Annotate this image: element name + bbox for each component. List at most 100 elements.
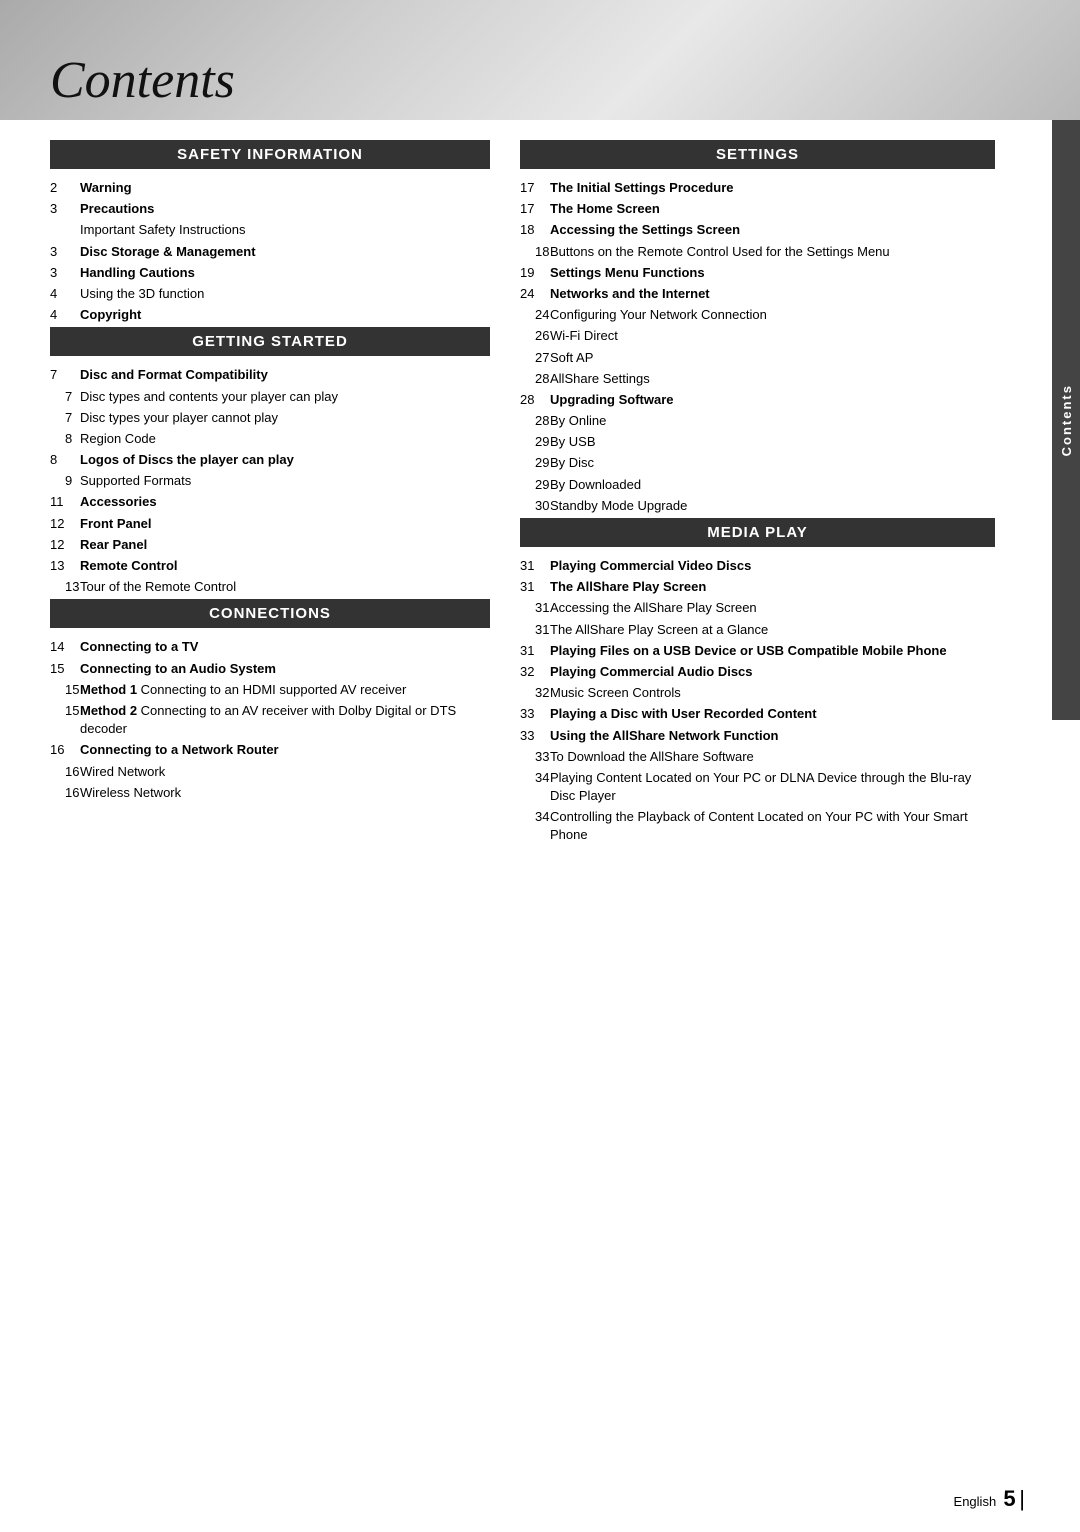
toc-text: Handling Cautions	[80, 264, 490, 282]
toc-entry: 31Playing Commercial Video Discs	[520, 557, 995, 575]
left-column: SAFETY INFORMATION2Warning3PrecautionsIm…	[50, 140, 490, 848]
toc-text: Remote Control	[80, 557, 490, 575]
toc-entry: 30Standby Mode Upgrade	[520, 497, 995, 515]
toc-text: Disc types and contents your player can …	[80, 388, 490, 406]
toc-number: 31	[520, 599, 550, 617]
toc-text: Using the AllShare Network Function	[550, 727, 995, 745]
toc-number: 34	[520, 769, 550, 787]
toc-number: 3	[50, 243, 80, 261]
toc-text: Precautions	[80, 200, 490, 218]
toc-entry: 15Method 1 Connecting to an HDMI support…	[50, 681, 490, 699]
toc-text: The Initial Settings Procedure	[550, 179, 995, 197]
toc-text: Front Panel	[80, 515, 490, 533]
toc-text: Logos of Discs the player can play	[80, 451, 490, 469]
toc-text: Soft AP	[550, 349, 995, 367]
toc-entry: 11Accessories	[50, 493, 490, 511]
toc-number: 28	[520, 412, 550, 430]
toc-entry: 33To Download the AllShare Software	[520, 748, 995, 766]
right-column: SETTINGS 17The Initial Settings Procedure…	[520, 140, 1030, 848]
toc-entry: 28Upgrading Software	[520, 391, 995, 409]
toc-number: 34	[520, 808, 550, 826]
toc-text: Accessories	[80, 493, 490, 511]
toc-number: 31	[520, 557, 550, 575]
toc-text: Accessing the Settings Screen	[550, 221, 995, 239]
toc-entry: 4Copyright	[50, 306, 490, 324]
section-safety: SAFETY INFORMATION2Warning3PrecautionsIm…	[50, 140, 490, 324]
toc-entry: 3Handling Cautions	[50, 264, 490, 282]
section-header-media_play: MEDIA PLAY	[520, 518, 995, 547]
toc-number: 29	[520, 433, 550, 451]
toc-entry: 18Buttons on the Remote Control Used for…	[520, 243, 995, 261]
toc-entry: 7Disc types your player cannot play	[50, 409, 490, 427]
toc-entry: 26Wi-Fi Direct	[520, 327, 995, 345]
toc-entry: 7Disc types and contents your player can…	[50, 388, 490, 406]
toc-text: Settings Menu Functions	[550, 264, 995, 282]
toc-entry: 2Warning	[50, 179, 490, 197]
toc-entry: 31The AllShare Play Screen	[520, 578, 995, 596]
toc-entry: 13Remote Control	[50, 557, 490, 575]
toc-text: Standby Mode Upgrade	[550, 497, 995, 515]
toc-entry: 12Front Panel	[50, 515, 490, 533]
toc-number: 27	[520, 349, 550, 367]
section-header-getting_started: GETTING STARTED	[50, 327, 490, 356]
toc-text: The Home Screen	[550, 200, 995, 218]
toc-number: 12	[50, 536, 80, 554]
toc-text: The AllShare Play Screen at a Glance	[550, 621, 995, 639]
toc-text: Disc types your player cannot play	[80, 409, 490, 427]
toc-text: To Download the AllShare Software	[550, 748, 995, 766]
toc-text: Using the 3D function	[80, 285, 490, 303]
toc-number: 8	[50, 430, 80, 448]
toc-entry: 29By Disc	[520, 454, 995, 472]
toc-number: 33	[520, 748, 550, 766]
toc-number: 16	[50, 741, 80, 759]
toc-number: 33	[520, 705, 550, 723]
toc-text: Warning	[80, 179, 490, 197]
toc-number: 4	[50, 285, 80, 303]
toc-number: 15	[50, 681, 80, 699]
toc-entry: 19Settings Menu Functions	[520, 264, 995, 282]
toc-text: Connecting to an Audio System	[80, 660, 490, 678]
toc-number: 4	[50, 306, 80, 324]
section-header-settings: SETTINGS	[520, 140, 995, 169]
toc-text: Connecting to a TV	[80, 638, 490, 656]
toc-entry: 24Networks and the Internet	[520, 285, 995, 303]
toc-text: Wi-Fi Direct	[550, 327, 995, 345]
toc-entry: 29By USB	[520, 433, 995, 451]
toc-entry: 31Playing Files on a USB Device or USB C…	[520, 642, 995, 660]
toc-text: Disc and Format Compatibility	[80, 366, 490, 384]
toc-entry: Important Safety Instructions	[50, 221, 490, 239]
toc-number: 7	[50, 366, 80, 384]
toc-entry: 27Soft AP	[520, 349, 995, 367]
toc-text: Wireless Network	[80, 784, 490, 802]
toc-text: Playing Content Located on Your PC or DL…	[550, 769, 995, 805]
toc-entry: 15Connecting to an Audio System	[50, 660, 490, 678]
toc-entry: 16Wired Network	[50, 763, 490, 781]
toc-number: 24	[520, 306, 550, 324]
toc-number: 17	[520, 200, 550, 218]
toc-entry: 33Playing a Disc with User Recorded Cont…	[520, 705, 995, 723]
toc-text: Playing Commercial Audio Discs	[550, 663, 995, 681]
toc-text: Playing a Disc with User Recorded Conten…	[550, 705, 995, 723]
footer-page: 5	[1003, 1486, 1015, 1511]
toc-number: 26	[520, 327, 550, 345]
toc-text: Important Safety Instructions	[80, 221, 490, 239]
content-area: SAFETY INFORMATION2Warning3PrecautionsIm…	[0, 120, 1080, 908]
toc-number: 32	[520, 684, 550, 702]
toc-text: Playing Commercial Video Discs	[550, 557, 995, 575]
toc-entry: 18Accessing the Settings Screen	[520, 221, 995, 239]
toc-number: 12	[50, 515, 80, 533]
toc-text: Connecting to a Network Router	[80, 741, 490, 759]
section-header-connections: CONNECTIONS	[50, 599, 490, 628]
toc-entry: 3Precautions	[50, 200, 490, 218]
page-title: Contents	[50, 51, 235, 110]
toc-entry: 31Accessing the AllShare Play Screen	[520, 599, 995, 617]
toc-entry: 17The Initial Settings Procedure	[520, 179, 995, 197]
toc-entry: 4Using the 3D function	[50, 285, 490, 303]
toc-number: 28	[520, 391, 550, 409]
toc-text: By Disc	[550, 454, 995, 472]
toc-number: 31	[520, 578, 550, 596]
toc-entry: 16Wireless Network	[50, 784, 490, 802]
toc-number: 7	[50, 409, 80, 427]
toc-entry: 3Disc Storage & Management	[50, 243, 490, 261]
toc-text: Method 1 Connecting to an HDMI supported…	[80, 681, 490, 699]
